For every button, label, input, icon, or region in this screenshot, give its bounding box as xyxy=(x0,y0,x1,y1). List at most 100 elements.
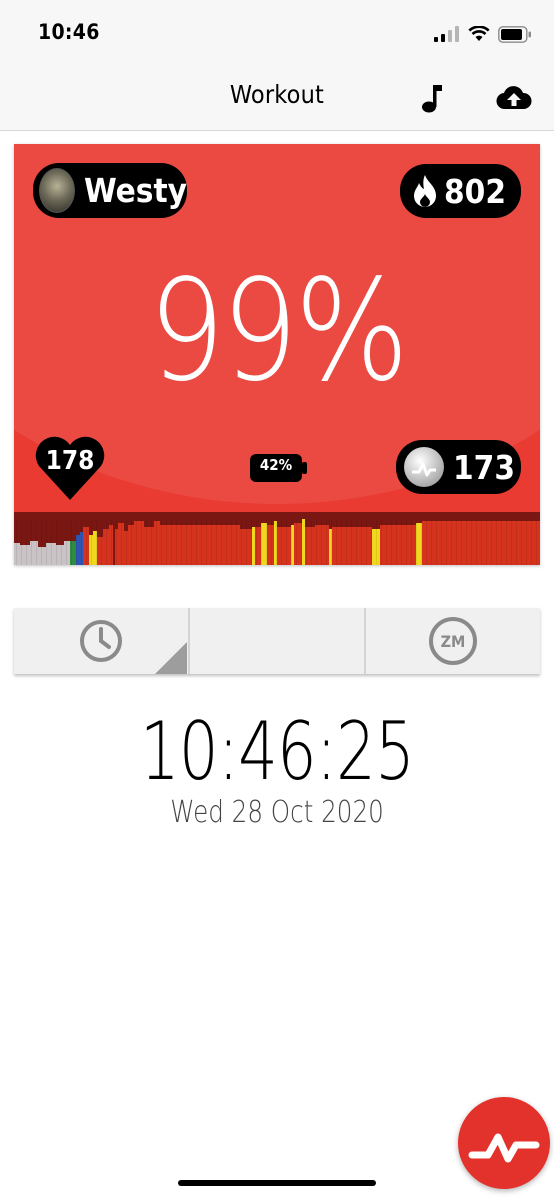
tab-clock[interactable] xyxy=(14,608,188,674)
battery-status-icon xyxy=(498,25,531,43)
zone-bar-separator xyxy=(526,520,527,565)
zone-bar xyxy=(70,541,76,565)
zone-bar-separator xyxy=(86,520,87,565)
zone-bar-separator xyxy=(516,520,517,565)
zone-bar xyxy=(97,537,103,565)
zone-bar xyxy=(255,527,261,565)
points-value: 173 xyxy=(453,447,515,487)
zone-bar-separator xyxy=(216,520,217,565)
zone-bar-separator xyxy=(266,520,267,565)
tab-middle[interactable] xyxy=(190,608,364,674)
zone-bar-separator xyxy=(181,520,182,565)
points-pill: 173 xyxy=(396,440,521,494)
zone-bar-separator xyxy=(141,520,142,565)
zone-bar-separator xyxy=(221,520,222,565)
myzone-pulse-icon xyxy=(468,1133,540,1163)
zone-bar-separator xyxy=(301,520,302,565)
zone-bar-separator xyxy=(171,520,172,565)
zone-bar-separator xyxy=(126,520,127,565)
zone-bar-separator xyxy=(151,520,152,565)
zone-bar-separator xyxy=(146,520,147,565)
workout-tile[interactable]: Westy 802 99% 178 42% 173 xyxy=(14,144,540,565)
effort-percent: 99% xyxy=(148,250,409,413)
medal-icon xyxy=(404,447,444,487)
clock-time: 10:46:25 xyxy=(139,705,415,798)
zone-bar-separator xyxy=(386,520,387,565)
zone-bar xyxy=(144,527,154,565)
zone-bar-separator xyxy=(271,520,272,565)
zone-bar xyxy=(64,541,70,565)
zone-bar xyxy=(56,545,64,565)
zone-bar-separator xyxy=(391,520,392,565)
zone-bar-separator xyxy=(286,520,287,565)
zone-bar xyxy=(252,527,255,565)
clock-date: Wed 28 Oct 2020 xyxy=(170,795,384,830)
zone-bar xyxy=(302,519,305,565)
zone-bar-separator xyxy=(376,520,377,565)
zone-bar-separator xyxy=(351,520,352,565)
zone-bar-separator xyxy=(176,520,177,565)
zone-bar-separator xyxy=(511,520,512,565)
zone-bar-separator xyxy=(416,520,417,565)
zone-bar-separator xyxy=(156,520,157,565)
zone-bar xyxy=(38,547,46,565)
flame-icon xyxy=(414,175,436,207)
zone-bar-separator xyxy=(26,520,27,565)
status-icons xyxy=(434,25,532,43)
user-name: Westy xyxy=(84,171,187,210)
nav-title: Workout xyxy=(229,80,325,109)
zone-bar-separator xyxy=(101,520,102,565)
zone-bar-separator xyxy=(111,520,112,565)
zone-bar-separator xyxy=(236,520,237,565)
zone-bar-separator xyxy=(471,520,472,565)
zone-bar-separator xyxy=(281,520,282,565)
zone-bar-separator xyxy=(491,520,492,565)
zone-bar-separator xyxy=(486,520,487,565)
zone-bar-separator xyxy=(431,520,432,565)
zone-bar-separator xyxy=(246,520,247,565)
zone-bar xyxy=(267,525,274,565)
zone-bar-separator xyxy=(406,520,407,565)
wifi-icon xyxy=(468,26,490,41)
zone-bar-separator xyxy=(241,520,242,565)
zone-bar-separator xyxy=(446,520,447,565)
myzone-fab[interactable] xyxy=(458,1097,550,1189)
zone-bar-separator xyxy=(196,520,197,565)
home-indicator xyxy=(178,1180,376,1186)
zone-bar-separator xyxy=(481,520,482,565)
zone-bar-separator xyxy=(381,520,382,565)
zone-bar-separator xyxy=(466,520,467,565)
zone-bar-separator xyxy=(16,520,17,565)
zone-bar xyxy=(277,527,291,565)
status-bar: 10:46 xyxy=(0,0,554,66)
cloud-upload-icon[interactable] xyxy=(494,80,534,116)
zone-bar-separator xyxy=(21,520,22,565)
zone-bar-separator xyxy=(81,520,82,565)
zone-bar-separator xyxy=(106,520,107,565)
zone-bar-separator xyxy=(136,520,137,565)
zone-bar-separator xyxy=(441,520,442,565)
zone-bar-separator xyxy=(116,520,117,565)
zone-bar-separator xyxy=(231,520,232,565)
zone-bar-separator xyxy=(71,520,72,565)
tab-corner-indicator xyxy=(155,642,187,674)
zone-bar-separator xyxy=(51,520,52,565)
zone-bar xyxy=(160,525,240,565)
tab-zm[interactable]: ZM xyxy=(366,608,540,674)
zone-bar-separator xyxy=(36,520,37,565)
zone-bar-separator xyxy=(96,520,97,565)
zone-bar-separator xyxy=(31,520,32,565)
zone-bar-separator xyxy=(311,520,312,565)
user-pill[interactable]: Westy xyxy=(33,163,187,218)
zm-label: ZM xyxy=(440,631,466,651)
zone-bar-separator xyxy=(276,520,277,565)
music-note-icon[interactable] xyxy=(414,80,450,116)
zone-bar xyxy=(134,521,144,565)
calories-value: 802 xyxy=(444,171,506,211)
zone-bar-separator xyxy=(296,520,297,565)
zone-bar-separator xyxy=(41,520,42,565)
zone-bar-separator xyxy=(321,520,322,565)
zone-bar-separator xyxy=(291,520,292,565)
zm-icon: ZM xyxy=(429,617,477,665)
nav-bar: Workout xyxy=(0,66,554,131)
